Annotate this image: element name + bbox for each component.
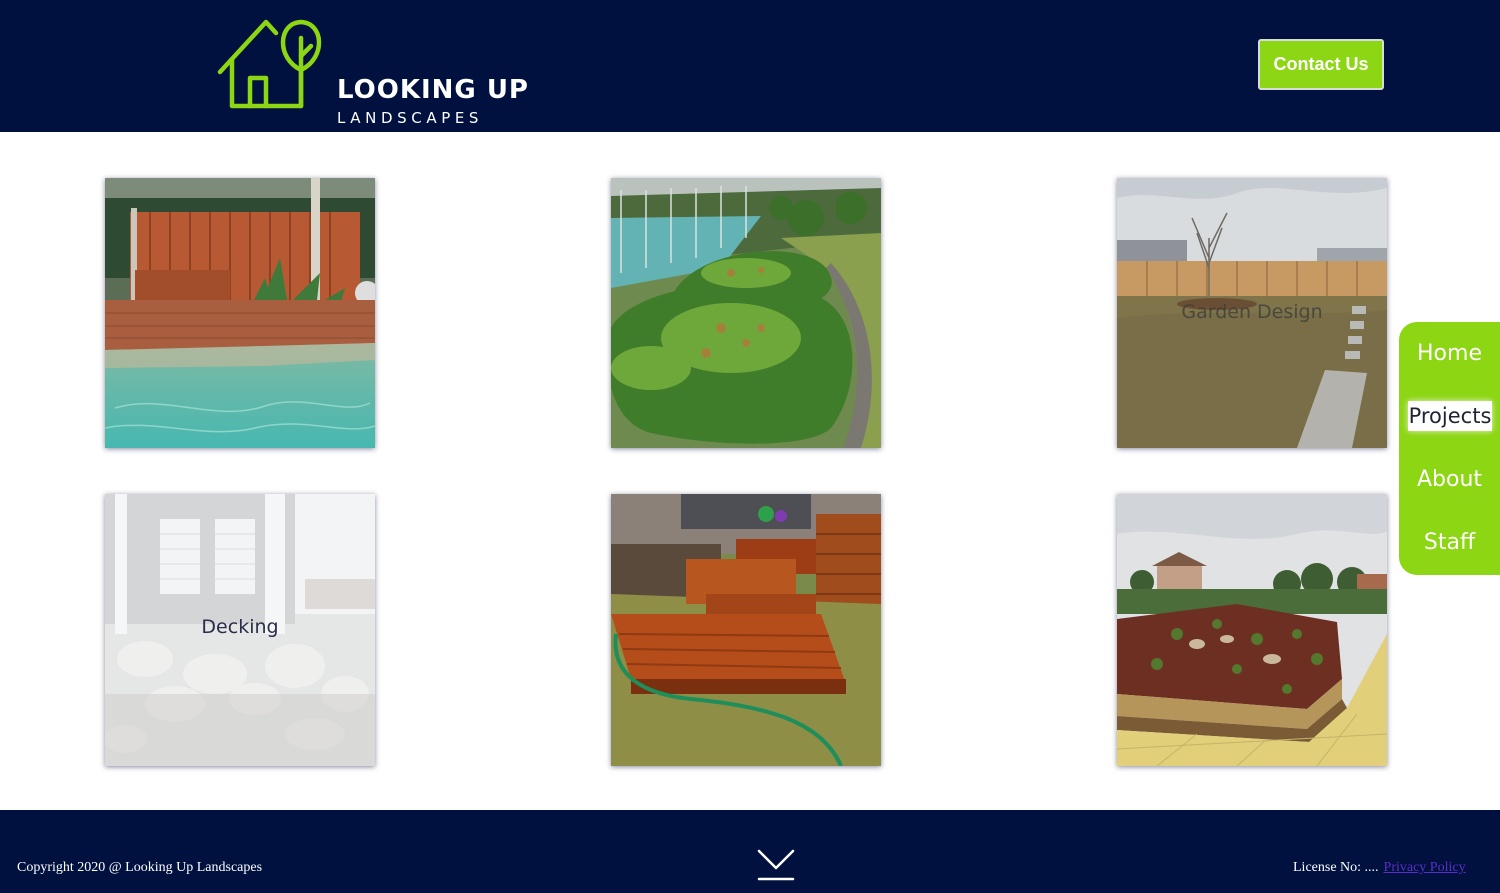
license-text: License No: .... [1293, 860, 1379, 875]
side-navigation: Home Projects About Staff [1399, 322, 1500, 575]
copyright-text: Copyright 2020 @ Looking Up Landscapes [17, 860, 263, 875]
gallery-tile-garden-design[interactable]: Garden Design [1117, 178, 1387, 448]
gallery-tile-hedges[interactable] [611, 178, 881, 448]
brand-logo[interactable]: LOOKING UP LANDSCAPES [216, 18, 529, 127]
nav-item-home[interactable]: Home [1399, 339, 1500, 369]
contact-us-button[interactable]: Contact Us [1258, 39, 1384, 90]
gallery-tile-pool[interactable] [105, 178, 375, 448]
hedge-garden-photo [611, 178, 881, 448]
chevron-down-icon[interactable] [757, 848, 795, 886]
garden-bed-photo [1117, 494, 1387, 766]
house-tree-logo-icon [217, 19, 322, 109]
gallery-tile-steps[interactable] [611, 494, 881, 766]
site-footer: Copyright 2020 @ Looking Up Landscapes L… [0, 810, 1500, 893]
tile-label-decking: Decking [201, 616, 279, 638]
license-info: License No: .... Privacy Policy [1293, 860, 1466, 876]
brand-tagline: LANDSCAPES [337, 109, 484, 127]
tile-label-garden-design: Garden Design [1181, 301, 1323, 323]
gallery-tile-decking[interactable]: Decking [105, 494, 375, 766]
timber-steps-photo [611, 494, 881, 766]
pool-deck-photo [105, 178, 375, 448]
brand-name: LOOKING UP [337, 75, 529, 105]
site-header: LOOKING UP LANDSCAPES Contact Us [0, 0, 1500, 132]
nav-item-about[interactable]: About [1399, 465, 1500, 495]
gallery-tile-garden-bed[interactable] [1117, 494, 1387, 766]
nav-item-projects[interactable]: Projects [1408, 401, 1492, 431]
nav-item-staff[interactable]: Staff [1399, 528, 1500, 558]
privacy-policy-link[interactable]: Privacy Policy [1384, 860, 1466, 875]
